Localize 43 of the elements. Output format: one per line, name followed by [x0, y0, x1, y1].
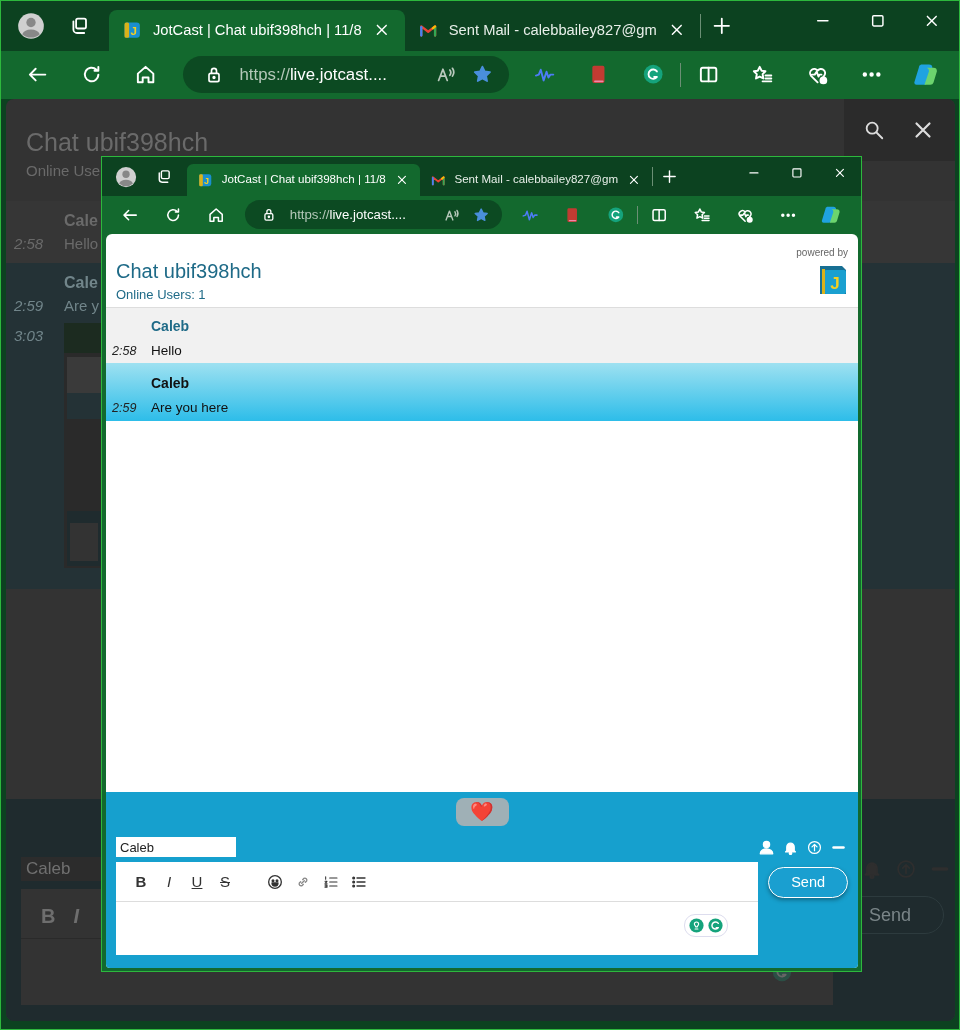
message-time: 2:59 — [13, 295, 45, 316]
maximize-icon[interactable] — [789, 165, 804, 180]
browser-tab[interactable]: J JotCast | Chat ubif398hch | 11/8 — [109, 9, 405, 51]
grammarly-icon[interactable] — [606, 206, 625, 224]
numbered-list-icon[interactable] — [323, 873, 339, 890]
format-button[interactable]: S — [217, 874, 233, 889]
home-icon[interactable] — [207, 205, 226, 225]
message-text: Are y — [64, 295, 99, 316]
message-row[interactable]: Caleb 2:58 Hello — [106, 307, 858, 363]
address-bar[interactable]: https://live.jotcast.... — [245, 200, 503, 230]
browser-tab[interactable]: J JotCast | Chat ubif398hch | 11/8 — [187, 163, 420, 197]
grammarly-icon[interactable] — [641, 63, 665, 86]
user-icon[interactable] — [759, 839, 774, 855]
chat-title: Chat ubif398hch — [116, 259, 262, 282]
message-author: Caleb — [150, 373, 191, 393]
message-text: Hello — [151, 341, 182, 360]
favicon: J — [198, 172, 213, 188]
name-field[interactable]: Caleb — [116, 837, 236, 857]
profile-avatar[interactable] — [114, 165, 137, 188]
browser-tab[interactable]: Sent Mail - calebbailey827@gm — [419, 163, 653, 197]
bell-icon[interactable] — [783, 839, 798, 855]
message-text: Are you here — [151, 398, 229, 417]
lightbulb-icon[interactable] — [688, 917, 706, 934]
screenshot-thumbnail[interactable] — [64, 322, 101, 568]
address-bar[interactable]: https://live.jotcast.... — [182, 56, 510, 93]
copilot-icon[interactable] — [819, 204, 842, 226]
message-author: Cale — [64, 272, 98, 293]
message-author: Caleb — [150, 316, 191, 336]
new-tab-icon[interactable] — [660, 168, 678, 185]
message-time: 2:58 — [111, 342, 138, 360]
favorite-star-icon[interactable] — [472, 64, 494, 85]
emoji-icon[interactable] — [267, 873, 283, 890]
favicon: J — [123, 21, 142, 40]
message-row[interactable]: Caleb 2:59 Are you here — [106, 362, 858, 421]
message-time: 2:59 — [111, 399, 138, 417]
online-users: Online Users: 1 — [116, 285, 207, 304]
message-time: 3:03 — [13, 325, 45, 346]
format-button[interactable]: U — [189, 874, 205, 889]
favorite-star-icon[interactable] — [473, 206, 490, 224]
profile-avatar[interactable] — [17, 11, 45, 40]
grammarly-icon[interactable] — [707, 917, 725, 934]
browser-tab[interactable]: Sent Mail - calebbailey827@gm — [404, 9, 700, 51]
powered-by-text: powered by — [796, 245, 848, 260]
